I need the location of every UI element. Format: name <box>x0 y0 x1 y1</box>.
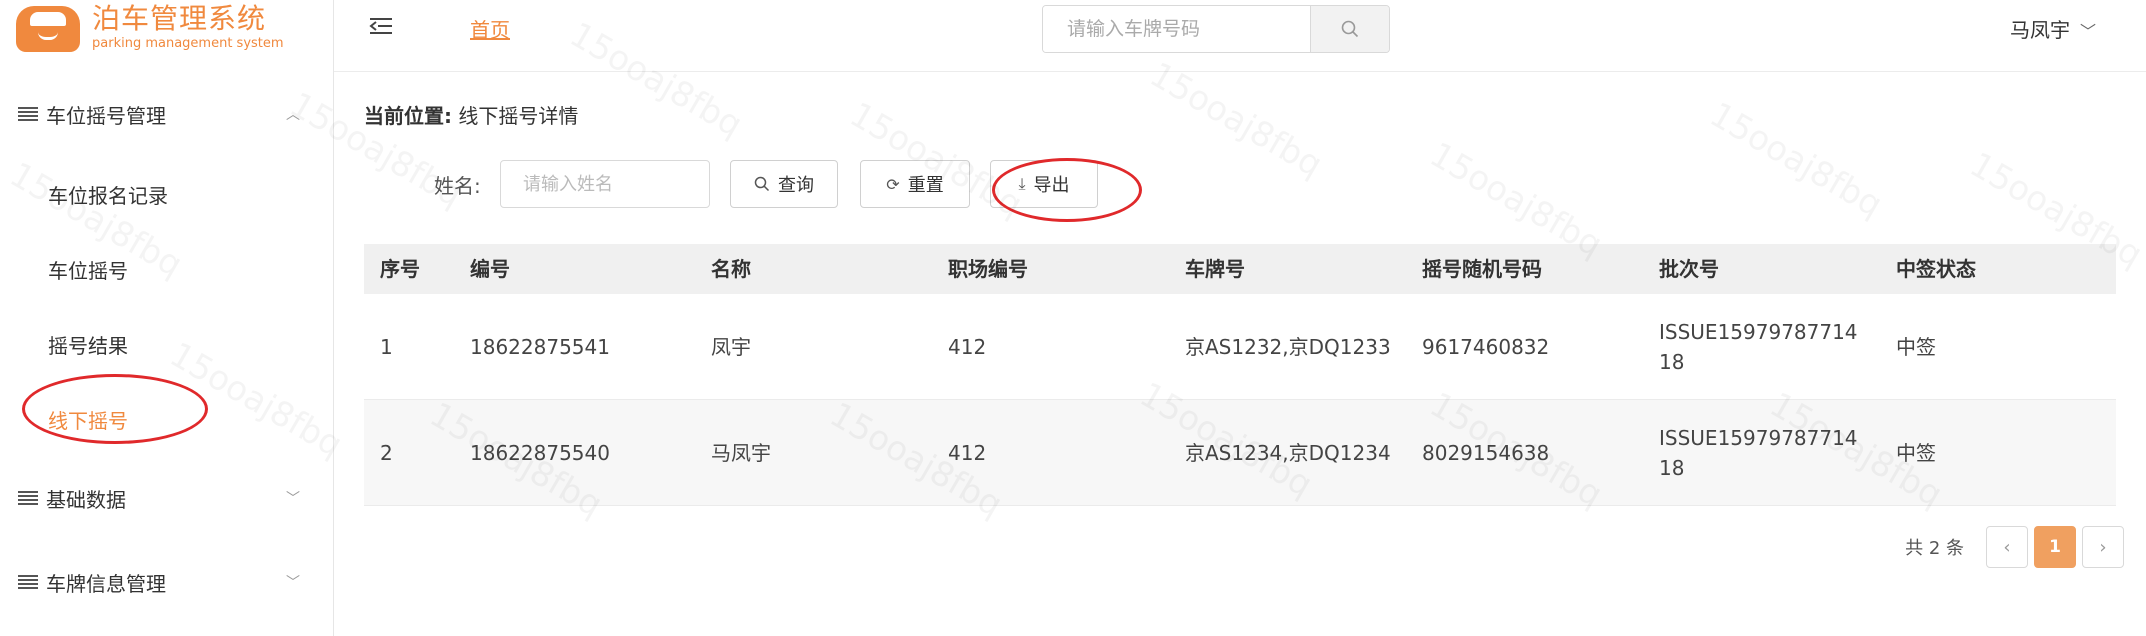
cell-number: 18622875541 <box>470 334 610 359</box>
chevron-right-icon: › <box>2099 536 2107 558</box>
menu-group-lottery[interactable]: 车位摇号管理 ︿ <box>0 94 334 134</box>
query-button[interactable]: 查询 <box>730 160 838 208</box>
export-button-label: 导出 <box>1033 175 1070 196</box>
menu-group-label: 车牌信息管理 <box>46 571 166 596</box>
batch-number: ISSUE1597978771418 <box>1659 425 1858 480</box>
cell-name: 凤宇 <box>711 334 751 359</box>
cell-status: 中签 <box>1896 440 1936 465</box>
menu-group-plate-info[interactable]: 车牌信息管理 ﹀ <box>0 562 334 602</box>
cell-random-number: 8029154638 <box>1422 440 1550 465</box>
cell-plates: 京AS1232,京DQ1233 <box>1185 334 1391 359</box>
location-value: 线下摇号详情 <box>458 104 579 128</box>
search-button[interactable] <box>1310 6 1389 52</box>
table-row[interactable]: 2 18622875540 马凤宇 412 京AS1234,京DQ1234 80… <box>364 400 2116 506</box>
sidebar-item-lottery-results[interactable]: 摇号结果 <box>48 330 128 359</box>
collapse-menu-icon[interactable] <box>369 18 392 36</box>
search-icon <box>1341 20 1359 38</box>
cell-number: 18622875540 <box>470 440 610 465</box>
app-logo[interactable]: 泊车管理系统 parking management system <box>16 0 284 60</box>
sidebar-item-signup-records[interactable]: 车位报名记录 <box>48 180 168 209</box>
menu-group-label: 车位摇号管理 <box>46 103 166 128</box>
cell-name: 马凤宇 <box>711 440 771 465</box>
column-header: 批次号 <box>1659 257 1719 281</box>
sidebar-item-lottery[interactable]: 车位摇号 <box>48 255 128 284</box>
chevron-up-icon: ︿ <box>286 107 300 123</box>
menu-lines-icon <box>18 575 38 589</box>
column-header: 车牌号 <box>1185 257 1245 281</box>
search-icon <box>754 176 770 192</box>
home-link[interactable]: 首页 <box>470 14 510 43</box>
page-button-current[interactable]: 1 <box>2034 526 2076 568</box>
cell-plates: 京AS1234,京DQ1234 <box>1185 440 1391 465</box>
export-button[interactable]: ⤓ 导出 <box>990 160 1098 208</box>
results-table: 序号 编号 名称 职场编号 车牌号 摇号随机号码 批次号 中签状态 1 1862… <box>364 244 2116 506</box>
user-name: 马凤宇 <box>2009 18 2070 42</box>
table-header: 序号 编号 名称 职场编号 车牌号 摇号随机号码 批次号 中签状态 <box>364 244 2116 294</box>
query-button-label: 查询 <box>778 175 814 196</box>
column-header: 序号 <box>380 257 420 281</box>
name-filter-input[interactable] <box>500 160 710 208</box>
column-header: 摇号随机号码 <box>1422 257 1542 281</box>
chevron-down-icon: ﹀ <box>286 575 300 591</box>
reset-button[interactable]: ⟳ 重置 <box>860 160 970 208</box>
plate-search-input[interactable] <box>1043 6 1310 52</box>
main-content: 当前位置: 线下摇号详情 姓名: 查询 ⟳ 重置 ⤓ 导出 序号 编号 名称 职… <box>334 72 2146 636</box>
cell-index: 2 <box>380 440 393 465</box>
cell-workplace-code: 412 <box>948 440 987 465</box>
name-filter-label: 姓名: <box>434 174 481 198</box>
plate-search <box>1042 5 1390 53</box>
download-icon: ⤓ <box>1018 174 1026 193</box>
sidebar: 泊车管理系统 parking management system 车位摇号管理 … <box>0 0 334 636</box>
refresh-icon: ⟳ <box>886 174 900 194</box>
column-header: 职场编号 <box>948 257 1028 281</box>
breadcrumb: 当前位置: 线下摇号详情 <box>364 100 578 129</box>
cell-random-number: 9617460832 <box>1422 334 1550 359</box>
chevron-down-icon: ﹀ <box>286 491 300 507</box>
cell-index: 1 <box>380 334 393 359</box>
total-count: 共 2 条 <box>1905 538 1964 559</box>
car-logo-icon <box>16 0 80 56</box>
menu-lines-icon <box>18 491 38 505</box>
chevron-left-icon: ‹ <box>2003 536 2011 558</box>
pagination: 共 2 条 ‹ 1 › <box>1905 526 2124 568</box>
menu-group-label: 基础数据 <box>46 487 126 512</box>
column-header: 编号 <box>470 257 510 281</box>
app-title: 泊车管理系统 <box>92 2 267 35</box>
column-header: 名称 <box>711 257 751 281</box>
cell-workplace-code: 412 <box>948 334 987 359</box>
user-menu[interactable]: 马凤宇 ﹀ <box>2010 14 2096 43</box>
next-page-button[interactable]: › <box>2082 526 2124 568</box>
prev-page-button[interactable]: ‹ <box>1986 526 2028 568</box>
location-label: 当前位置: <box>364 104 452 128</box>
chevron-down-icon: ﹀ <box>2079 22 2096 41</box>
cell-batch: ISSUE1597978771418 <box>1643 423 1880 483</box>
menu-lines-icon <box>18 107 38 121</box>
menu-group-basic-data[interactable]: 基础数据 ﹀ <box>0 478 334 518</box>
top-header: 首页 马凤宇 ﹀ <box>334 0 2146 72</box>
reset-button-label: 重置 <box>907 175 944 196</box>
batch-number: ISSUE1597978771418 <box>1659 319 1858 374</box>
cell-status: 中签 <box>1896 334 1936 359</box>
table-row[interactable]: 1 18622875541 凤宇 412 京AS1232,京DQ1233 961… <box>364 294 2116 400</box>
app-subtitle: parking management system <box>92 36 284 51</box>
cell-batch: ISSUE1597978771418 <box>1643 317 1880 377</box>
sidebar-item-offline-lottery[interactable]: 线下摇号 <box>48 405 128 434</box>
column-header: 中签状态 <box>1896 257 1976 281</box>
